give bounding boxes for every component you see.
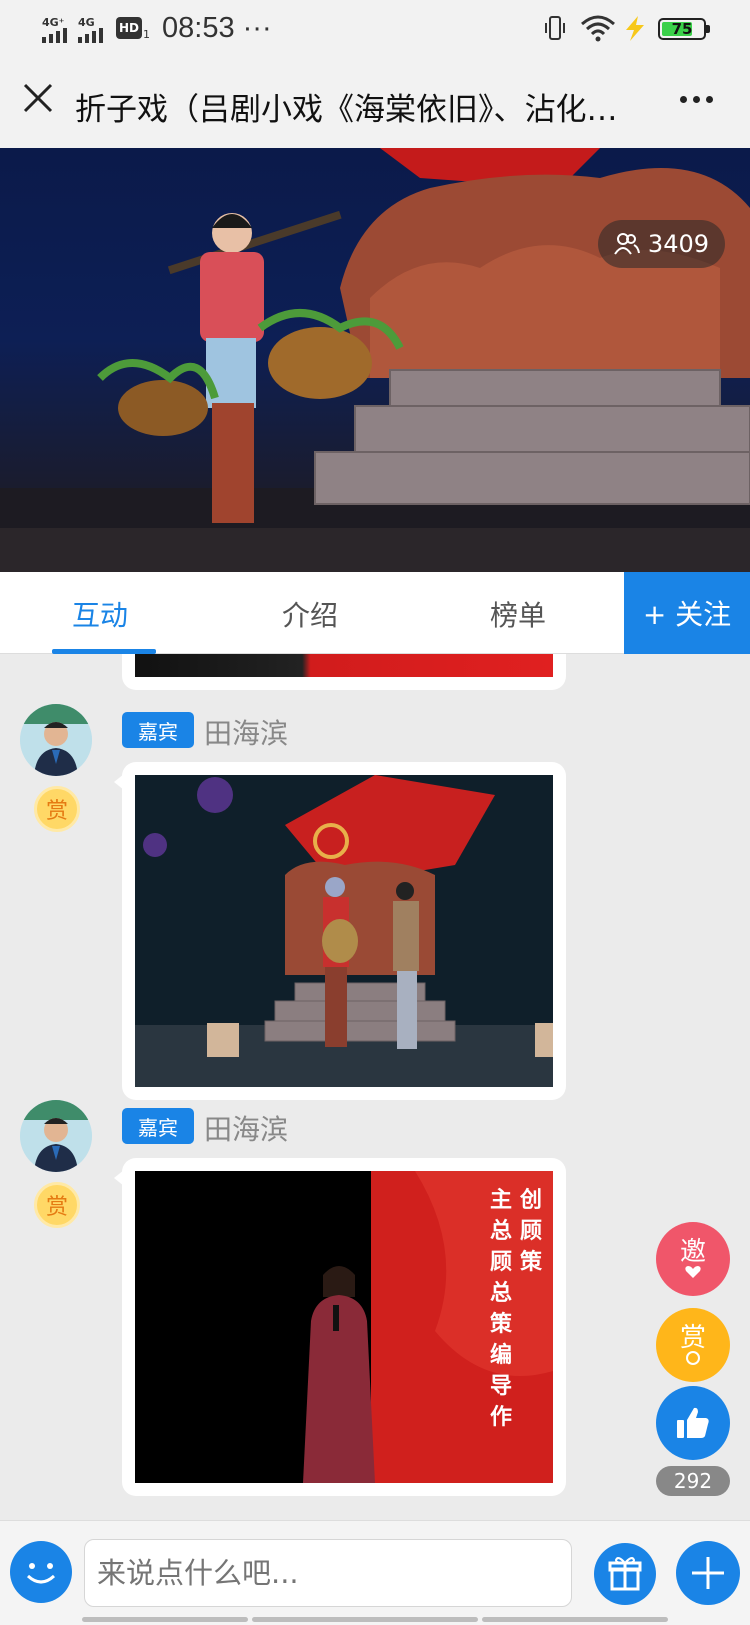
hd-sub-label: 1 (143, 28, 150, 41)
viewer-count: 3409 (647, 230, 709, 258)
thumbs-up-icon (677, 1407, 709, 1438)
smiley-icon (26, 1563, 56, 1584)
stage-scene-image (0, 148, 750, 572)
screen-text-column-2: 创 顾 策 (520, 1185, 542, 1278)
bottom-bar (0, 1520, 750, 1625)
guest-tag: 嘉宾 (122, 1108, 194, 1144)
stage-photo-image (135, 775, 553, 1087)
page-title: 折子戏（吕剧小戏《海棠依旧》、沾化… (75, 92, 618, 128)
tab-interaction[interactable]: 互动 (72, 594, 128, 634)
like-button[interactable] (656, 1386, 730, 1460)
battery-icon: 75 (658, 18, 710, 40)
message-bubble: 主 总 顾 总 策 编 导 作 创 顾 策 (114, 1158, 566, 1496)
users-icon (614, 233, 640, 255)
message-photo[interactable] (135, 775, 553, 1087)
home-indicator (482, 1617, 668, 1622)
tab-bar: 互动 介绍 榜单 + 关注 (0, 572, 750, 654)
emoji-button[interactable] (10, 1541, 72, 1603)
screen-char: 创 (520, 1188, 543, 1213)
message-bubble-previous (122, 654, 566, 690)
close-icon[interactable] (20, 80, 56, 116)
reward-badge[interactable]: 赏 (34, 786, 80, 832)
reward-button[interactable]: 赏 (656, 1308, 730, 1382)
wifi-icon (581, 15, 615, 42)
message-photo-previous[interactable] (135, 654, 553, 677)
viewer-count-badge: 3409 (597, 220, 725, 268)
screen-char: 总 (490, 1219, 513, 1244)
gift-button[interactable] (594, 1543, 656, 1605)
avatar[interactable] (20, 1100, 92, 1172)
home-indicator (82, 1617, 248, 1622)
author-name: 田海滨 (204, 1113, 289, 1146)
status-time: 08:53 ··· (162, 12, 272, 44)
screen-char: 顾 (520, 1219, 543, 1244)
avatar-image (20, 704, 92, 776)
reward-badge[interactable]: 赏 (34, 1182, 80, 1228)
signal-icon-2 (78, 28, 103, 43)
screen-char: 导 (490, 1374, 513, 1399)
tab-intro[interactable]: 介绍 (282, 594, 338, 634)
screen-char: 总 (490, 1281, 513, 1306)
charging-icon (626, 16, 644, 41)
screen-char: 策 (490, 1312, 513, 1337)
home-indicator (252, 1617, 478, 1622)
signal-icon (42, 28, 67, 43)
screen-text-column: 主 总 顾 总 策 编 导 作 (490, 1185, 512, 1433)
screen-char: 编 (490, 1343, 513, 1368)
comment-input[interactable] (84, 1539, 572, 1607)
hd-voice-icon: HD (116, 17, 142, 39)
invite-button[interactable]: 邀 (656, 1222, 730, 1296)
message-photo[interactable]: 主 总 顾 总 策 编 导 作 创 顾 策 (135, 1171, 553, 1483)
screen-char: 顾 (490, 1250, 513, 1275)
more-icon[interactable] (680, 96, 713, 103)
vibrate-icon (545, 16, 565, 40)
live-video-player[interactable]: 3409 (0, 148, 750, 572)
like-count: 292 (656, 1466, 730, 1496)
author-name: 田海滨 (204, 717, 289, 750)
heart-icon (685, 1266, 701, 1278)
coin-icon (686, 1351, 700, 1365)
message-feed[interactable]: 赏 嘉宾 田海滨 赏 嘉宾 田海滨 主 总 顾 总 策 编 导 作 创 顾 策 (0, 654, 750, 1520)
status-bar: 4G⁺ 4G HD 1 08:53 ··· 75 (0, 0, 750, 58)
screen-char: 策 (520, 1250, 543, 1275)
guest-tag: 嘉宾 (122, 712, 194, 748)
screen-char: 作 (490, 1405, 513, 1430)
avatar-image (20, 1100, 92, 1172)
header: 折子戏（吕剧小戏《海棠依旧》、沾化… (0, 58, 750, 148)
avatar[interactable] (20, 704, 92, 776)
message-bubble (114, 762, 566, 1100)
plus-button[interactable] (676, 1541, 740, 1605)
reward-label: 赏 (679, 1323, 706, 1353)
battery-level: 75 (671, 20, 693, 38)
tab-ranking[interactable]: 榜单 (490, 594, 546, 634)
screen-char: 主 (490, 1188, 513, 1213)
gift-icon (608, 1557, 642, 1591)
invite-label: 邀 (679, 1237, 706, 1267)
follow-button[interactable]: + 关注 (624, 572, 750, 654)
plus-icon (692, 1557, 724, 1589)
